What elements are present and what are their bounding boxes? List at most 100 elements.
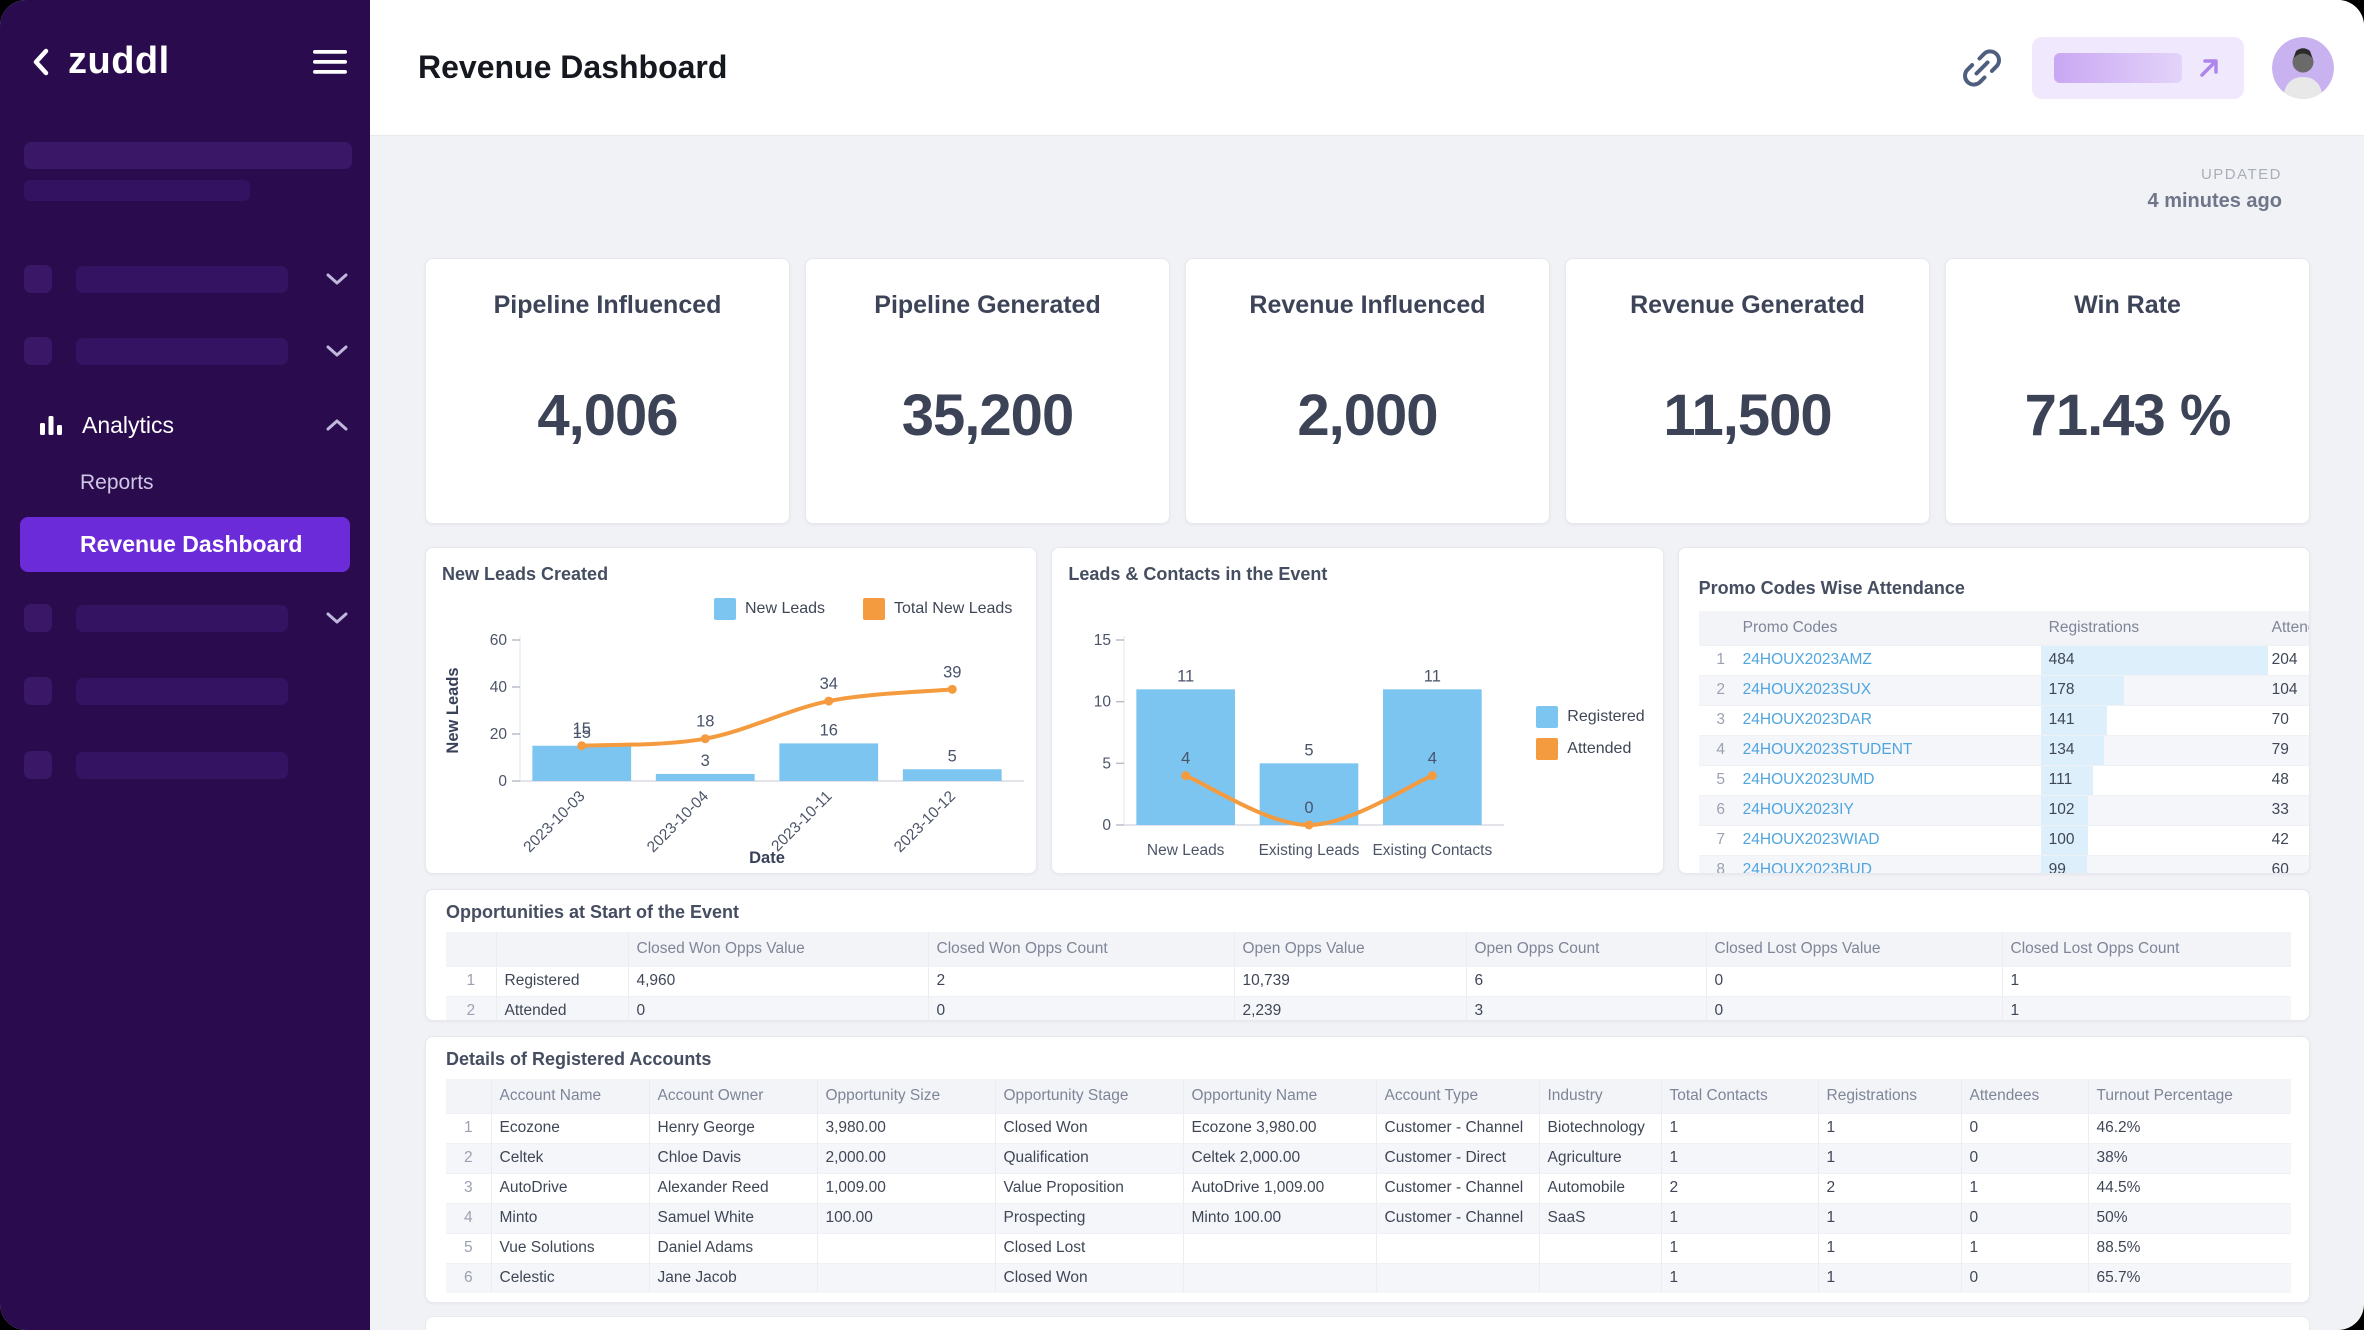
svg-text:Date: Date xyxy=(749,849,785,867)
table-cell: Prospecting xyxy=(995,1203,1183,1233)
sidebar-skeleton-block xyxy=(24,142,352,169)
menu-item-skeleton xyxy=(76,266,288,293)
sidebar-item-placeholder[interactable] xyxy=(24,265,348,293)
svg-text:11: 11 xyxy=(1424,667,1441,685)
promo-code-link[interactable]: 24HOUX2023STUDENT xyxy=(1735,735,2041,765)
revenue-dashboard-label: Revenue Dashboard xyxy=(80,531,302,558)
sidebar-item-placeholder[interactable] xyxy=(24,604,348,632)
table-cell: 4 xyxy=(1699,735,1735,765)
table-cell: Daniel Adams xyxy=(649,1233,817,1263)
chevron-down-icon[interactable] xyxy=(326,612,348,624)
table-cell: Chloe Davis xyxy=(649,1143,817,1173)
chevron-down-icon[interactable] xyxy=(326,345,348,357)
column-header: Closed Lost Opps Value xyxy=(1706,932,2002,966)
table-cell: 50% xyxy=(2088,1203,2291,1233)
hamburger-menu-icon[interactable] xyxy=(312,48,348,76)
table-cell: Customer - Channel xyxy=(1376,1203,1539,1233)
column-header xyxy=(496,932,628,966)
table-cell xyxy=(1183,1233,1376,1263)
table-row: 2CeltekChloe Davis2,000.00QualificationC… xyxy=(446,1143,2291,1173)
table-cell: 0 xyxy=(928,996,1234,1021)
table-cell: Minto 100.00 xyxy=(1183,1203,1376,1233)
table-cell: 48 xyxy=(2268,765,2310,795)
table-cell: 7 xyxy=(1699,825,1735,855)
user-avatar[interactable] xyxy=(2272,37,2334,99)
table-cell: 46.2% xyxy=(2088,1113,2291,1143)
table-cell: 2 xyxy=(1661,1173,1818,1203)
table-cell: 2 xyxy=(446,996,496,1021)
table-cell: Attended xyxy=(496,996,628,1021)
svg-text:60: 60 xyxy=(490,632,508,649)
table-header-row: Account NameAccount OwnerOpportunity Siz… xyxy=(446,1079,2291,1113)
sidebar-item-placeholder[interactable] xyxy=(24,337,348,365)
opportunities-panel: Opportunities at Start of the Event Clos… xyxy=(425,889,2310,1021)
sidebar-item-placeholder[interactable] xyxy=(24,677,348,705)
column-header xyxy=(1699,611,1735,645)
table-cell: 178 xyxy=(2041,675,2268,705)
export-button[interactable] xyxy=(2032,37,2244,99)
table-cell: 104 xyxy=(2268,675,2310,705)
column-header: Opportunity Size xyxy=(817,1079,995,1113)
sidebar-item-reports[interactable]: Reports xyxy=(80,471,154,495)
topbar-actions xyxy=(1960,37,2334,99)
table-cell: 141 xyxy=(2041,705,2268,735)
table-cell: Customer - Direct xyxy=(1376,1143,1539,1173)
back-chevron-icon[interactable] xyxy=(30,45,52,79)
svg-text:34: 34 xyxy=(820,675,838,693)
sidebar-logo-row: zuddl xyxy=(30,40,348,83)
svg-text:16: 16 xyxy=(820,721,838,739)
table-cell: 0 xyxy=(1706,996,2002,1021)
column-header: Closed Won Opps Count xyxy=(928,932,1234,966)
svg-text:3: 3 xyxy=(701,752,710,770)
promo-code-link[interactable]: 24HOUX2023UMD xyxy=(1735,765,2041,795)
kpi-card-pipeline-generated: Pipeline Generated 35,200 xyxy=(805,258,1170,524)
svg-text:New Leads: New Leads xyxy=(444,667,462,753)
table-cell: 1 xyxy=(446,966,496,996)
table-cell: 70 xyxy=(2268,705,2310,735)
svg-text:5: 5 xyxy=(1305,741,1314,759)
table-cell: Alexander Reed xyxy=(649,1173,817,1203)
table-cell: 6 xyxy=(1466,966,1706,996)
column-header: Turnout Percentage xyxy=(2088,1079,2291,1113)
table-cell xyxy=(1539,1263,1661,1293)
legend-label: New Leads xyxy=(745,600,825,618)
column-header: Opportunity Name xyxy=(1183,1079,1376,1113)
sidebar-item-placeholder[interactable] xyxy=(24,751,348,779)
sidebar-item-analytics[interactable]: Analytics xyxy=(38,411,348,439)
table-row: 424HOUX2023STUDENT13479 xyxy=(1699,735,2310,765)
promo-code-link[interactable]: 24HOUX2023IY xyxy=(1735,795,2041,825)
table-row: 1EcozoneHenry George3,980.00Closed WonEc… xyxy=(446,1113,2291,1143)
sidebar-item-revenue-dashboard[interactable]: Revenue Dashboard xyxy=(20,517,350,572)
table-row: 2Attended002,239301 xyxy=(446,996,2291,1021)
avatar-photo xyxy=(2272,37,2334,99)
copy-link-button[interactable] xyxy=(1960,46,2004,90)
table-cell: Closed Lost xyxy=(995,1233,1183,1263)
promo-code-link[interactable]: 24HOUX2023BUD xyxy=(1735,855,2041,874)
svg-text:New Leads: New Leads xyxy=(1147,842,1225,859)
promo-code-link[interactable]: 24HOUX2023WIAD xyxy=(1735,825,2041,855)
chevron-up-icon[interactable] xyxy=(326,419,348,431)
menu-item-icon xyxy=(24,677,52,705)
promo-code-link[interactable]: 24HOUX2023SUX xyxy=(1735,675,2041,705)
updated-block: UPDATED 4 minutes ago xyxy=(425,136,2310,213)
legend-item-total-new-leads: Total New Leads xyxy=(863,598,1012,620)
table-cell: SaaS xyxy=(1539,1203,1661,1233)
chart-title: New Leads Created xyxy=(426,548,1036,585)
table-cell: Vue Solutions xyxy=(491,1233,649,1263)
promo-code-link[interactable]: 24HOUX2023AMZ xyxy=(1735,645,2041,675)
svg-text:15: 15 xyxy=(573,720,591,738)
promo-code-link[interactable]: 24HOUX2023DAR xyxy=(1735,705,2041,735)
table-cell: 44.5% xyxy=(2088,1173,2291,1203)
table-row: 824HOUX2023BUD9960 xyxy=(1699,855,2310,874)
column-header: Promo Codes xyxy=(1735,611,2041,645)
page-title: Revenue Dashboard xyxy=(418,49,727,86)
table-cell: Customer - Channel xyxy=(1376,1173,1539,1203)
kpi-label: Pipeline Influenced xyxy=(426,291,789,320)
column-header: Registrations xyxy=(2041,611,2268,645)
main-area: Revenue Dashboard xyxy=(370,0,2364,1330)
table-cell: 3 xyxy=(1466,996,1706,1021)
svg-text:4: 4 xyxy=(1181,750,1190,768)
chevron-down-icon[interactable] xyxy=(326,273,348,285)
svg-text:2023-10-11: 2023-10-11 xyxy=(768,788,835,855)
table-cell: 2 xyxy=(928,966,1234,996)
